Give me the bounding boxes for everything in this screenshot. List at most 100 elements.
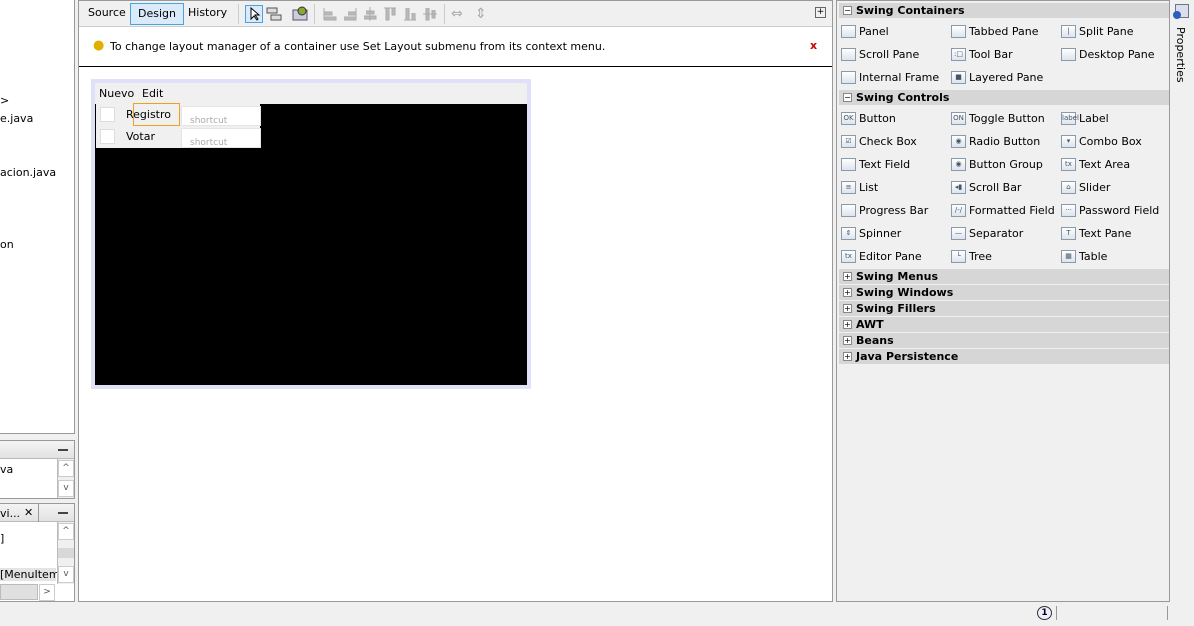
tab-source[interactable]: Source [81, 3, 133, 25]
palette-item[interactable]: tx Editor Pane [841, 248, 922, 266]
palette-item-label: Tree [969, 250, 992, 263]
tree-node[interactable]: acion.java [0, 166, 56, 179]
tree-node[interactable]: e.java [0, 112, 33, 125]
menu-item-registro[interactable]: Registro shortcut [96, 103, 261, 126]
palette-item[interactable]: /-/Formatted Field [951, 202, 1055, 220]
expand-icon[interactable]: + [843, 352, 852, 361]
palette-item[interactable]: Panel [841, 23, 889, 41]
properties-icon [1173, 4, 1189, 19]
vertical-scrollbar[interactable]: ^ v [57, 459, 74, 498]
expand-icon[interactable]: + [843, 288, 852, 297]
palette-item[interactable]: tx Text Area [1061, 156, 1130, 174]
horizontal-scrollbar[interactable] [0, 584, 38, 600]
palette-item-label: Formatted Field [969, 204, 1055, 217]
palette-item[interactable]: Progress Bar [841, 202, 928, 220]
scroll-down-icon[interactable]: v [58, 480, 74, 497]
inspector-node[interactable]: ] [0, 532, 4, 545]
vertical-scrollbar[interactable]: ^ v [57, 522, 74, 584]
tree-node[interactable]: on [0, 238, 14, 251]
notifications-icon[interactable]: 1 [1037, 606, 1052, 620]
palette-item[interactable]: OK Button [841, 110, 896, 128]
tree-node[interactable]: > [0, 94, 9, 107]
inspector-tab[interactable]: vi... [0, 507, 20, 520]
palette-item-label: Desktop Pane [1079, 48, 1155, 61]
shortcut-field[interactable]: shortcut [181, 128, 261, 148]
scroll-right-icon[interactable]: > [39, 584, 55, 601]
tab-history[interactable]: History [181, 3, 234, 25]
selection-mode-icon[interactable] [245, 5, 263, 23]
properties-tab[interactable]: Properties [1174, 27, 1187, 83]
center-horizontal-icon[interactable] [362, 6, 378, 22]
palette-category[interactable]: + Beans [839, 333, 1169, 348]
palette-item[interactable]: ◉ Radio Button [951, 133, 1040, 151]
palette-item[interactable]: ⇕ Spinner [841, 225, 901, 243]
palette-item[interactable]: ON Toggle Button [951, 110, 1045, 128]
palette-item[interactable]: ▾ Combo Box [1061, 133, 1142, 151]
palette-item[interactable]: Text Field [841, 156, 910, 174]
close-info-button[interactable]: x [810, 39, 817, 52]
shortcut-field[interactable]: shortcut [181, 106, 261, 126]
palette-item[interactable]: Desktop Pane [1061, 46, 1154, 64]
palette-category[interactable]: + Swing Windows [839, 285, 1169, 300]
component-icon: ◉ [951, 135, 966, 148]
maximize-icon[interactable]: + [815, 7, 826, 18]
menu-nuevo[interactable]: Nuevo [99, 87, 134, 100]
navigator-panel: va ^ v [0, 440, 75, 499]
palette-item[interactable]: ◂▮ Scroll Bar [951, 179, 1021, 197]
align-left-icon[interactable] [322, 6, 338, 22]
palette-item[interactable]: | Split Pane [1061, 23, 1134, 41]
palette-item[interactable]: ▦ Table [1061, 248, 1107, 266]
palette-item[interactable]: :□ Tool Bar [951, 46, 1013, 64]
palette-item[interactable]: ■ Layered Pane [951, 69, 1043, 87]
preview-design-icon[interactable] [292, 6, 308, 22]
palette-item[interactable]: ☑ Check Box [841, 133, 917, 151]
palette-category[interactable]: − Swing Controls [839, 90, 1169, 105]
palette-item[interactable]: ◉ Button Group [951, 156, 1043, 174]
palette-item[interactable]: ≡ List [841, 179, 878, 197]
palette-item[interactable]: Tabbed Pane [951, 23, 1038, 41]
selection-highlight [133, 103, 180, 126]
palette-item[interactable]: T Text Pane [1061, 225, 1131, 243]
palette-item[interactable]: ··· Password Field [1061, 202, 1159, 220]
scroll-up-icon[interactable]: ^ [58, 523, 74, 540]
navigator-item[interactable]: va [0, 463, 13, 476]
palette-category[interactable]: + Swing Menus [839, 269, 1169, 284]
resize-horizontal-icon[interactable]: ⇔ [451, 6, 467, 22]
expand-icon[interactable]: + [843, 304, 852, 313]
collapse-icon[interactable]: − [843, 6, 852, 15]
palette-item[interactable]: ⌂ Slider [1061, 179, 1110, 197]
minimize-icon[interactable] [58, 449, 68, 451]
jframe-form[interactable]: Nuevo Edit Registro shortcut Votar short… [91, 79, 531, 389]
palette-item-label: Text Pane [1079, 227, 1132, 240]
minimize-icon[interactable] [58, 512, 68, 514]
tab-design[interactable]: Design [130, 3, 184, 25]
collapse-icon[interactable]: − [843, 93, 852, 102]
scroll-down-icon[interactable]: v [58, 566, 74, 583]
menu-item-votar[interactable]: Votar shortcut [96, 126, 261, 148]
palette-item[interactable]: label Label [1061, 110, 1109, 128]
expand-icon[interactable]: + [843, 272, 852, 281]
palette-category[interactable]: − Swing Containers [839, 3, 1169, 18]
palette-category[interactable]: + Java Persistence [839, 349, 1169, 364]
palette-item[interactable]: Scroll Pane [841, 46, 919, 64]
align-right-icon[interactable] [342, 6, 358, 22]
menu-edit[interactable]: Edit [142, 87, 163, 100]
connection-mode-icon[interactable] [266, 6, 282, 22]
inspector-node-selected[interactable]: [MenuItem] [0, 568, 64, 581]
center-vertical-icon[interactable] [422, 6, 438, 22]
scroll-up-icon[interactable]: ^ [58, 460, 74, 477]
scroll-thumb[interactable] [58, 548, 74, 558]
palette-item-label: Toggle Button [969, 112, 1045, 125]
resize-vertical-icon[interactable]: ⇕ [475, 6, 491, 22]
palette-item[interactable]: — Separator [951, 225, 1023, 243]
palette-item[interactable]: Internal Frame [841, 69, 939, 87]
palette-category[interactable]: + Swing Fillers [839, 301, 1169, 316]
palette-item[interactable]: └ Tree [951, 248, 992, 266]
close-icon[interactable]: ✕ [24, 506, 33, 519]
expand-icon[interactable]: + [843, 336, 852, 345]
category-title: Swing Fillers [856, 302, 936, 315]
expand-icon[interactable]: + [843, 320, 852, 329]
align-bottom-icon[interactable] [402, 6, 418, 22]
palette-category[interactable]: + AWT [839, 317, 1169, 332]
align-top-icon[interactable] [382, 6, 398, 22]
